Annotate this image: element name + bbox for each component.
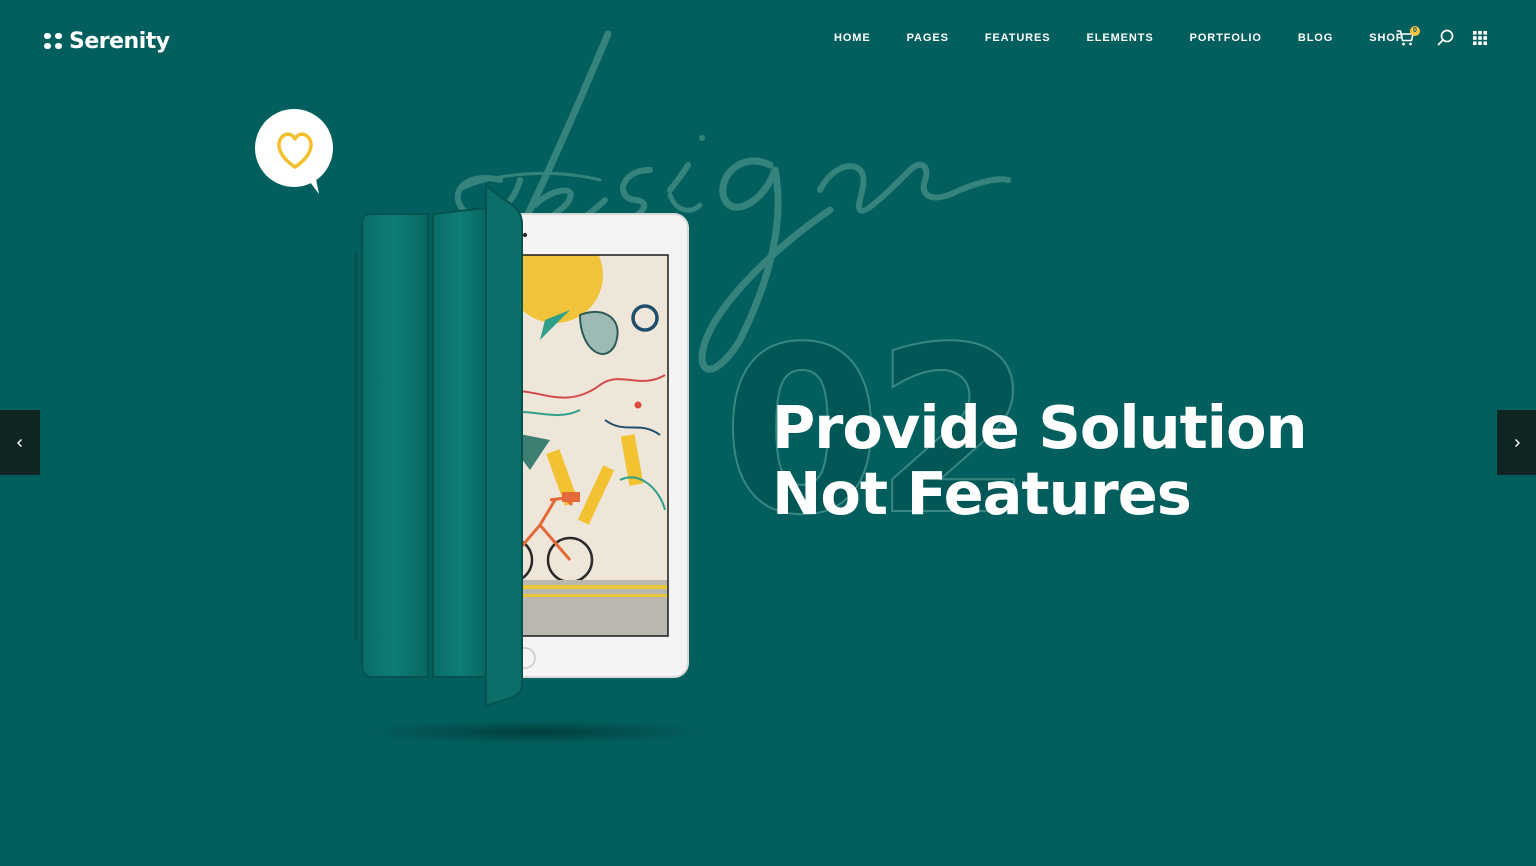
search-icon xyxy=(1437,29,1454,46)
header-icons: 0 xyxy=(1396,26,1490,48)
grid-menu-icon xyxy=(1473,31,1487,45)
hero-title-line-2: Not Features xyxy=(772,459,1192,528)
grid-menu-button[interactable] xyxy=(1470,28,1490,48)
chevron-left-icon xyxy=(17,438,22,447)
logo[interactable]: Serenity xyxy=(44,26,170,56)
cart-button[interactable]: 0 xyxy=(1396,26,1420,48)
tablet-image xyxy=(354,184,710,744)
hero-title: Provide Solution Not Features xyxy=(772,393,1308,528)
heart-bubble-icon xyxy=(255,109,333,194)
nav-portfolio[interactable]: PORTFOLIO xyxy=(1190,31,1262,45)
nav-blog[interactable]: BLOG xyxy=(1298,31,1333,45)
hero-slider: Serenity HOME PAGES FEATURES ELEMENTS PO… xyxy=(0,0,1536,866)
nav-elements[interactable]: ELEMENTS xyxy=(1086,31,1153,45)
search-button[interactable] xyxy=(1436,28,1456,48)
logo-text: Serenity xyxy=(69,28,170,54)
logo-icon xyxy=(44,32,63,51)
slider-prev-button[interactable] xyxy=(0,410,40,475)
cart-count-badge: 0 xyxy=(1410,26,1420,36)
hero-title-line-1: Provide Solution xyxy=(772,393,1308,462)
slider-next-button[interactable] xyxy=(1497,410,1536,475)
chevron-right-icon xyxy=(1514,438,1520,447)
